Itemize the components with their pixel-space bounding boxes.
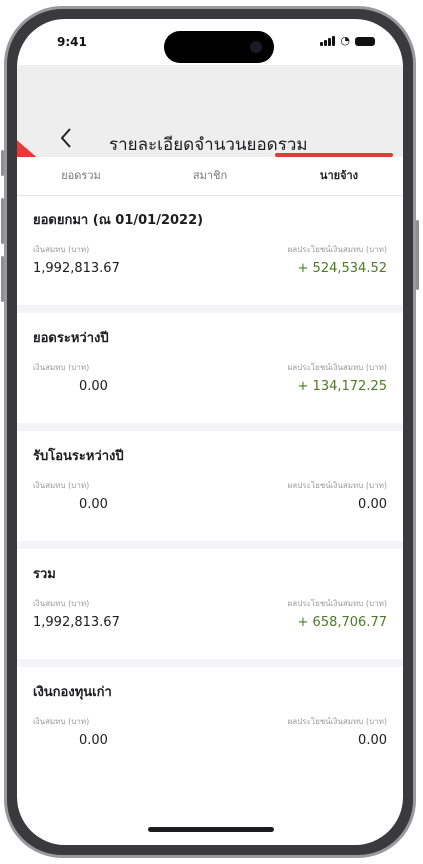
contribution-label: เงินสมทบ (บาท) [33,245,90,254]
benefit-value: 0.00 [358,497,387,512]
signal-icon [320,36,336,46]
active-tab-indicator [275,153,393,157]
page: 9:41 ◔ รายละเอียดจำนวนยอดรวม ยอดรวม สมาช… [0,0,423,864]
contribution-value: 0.00 [79,733,108,748]
contribution-value: 1,992,813.67 [33,615,120,630]
status-bar: 9:41 ◔ [17,19,403,65]
status-icons: ◔ [320,34,375,47]
tab-label: สมาชิก [192,169,228,182]
screen: 9:41 ◔ รายละเอียดจำนวนยอดรวม ยอดรวม สมาช… [17,19,403,845]
tab-member[interactable]: สมาชิก [145,157,275,195]
camera-icon [250,41,262,53]
dynamic-island [164,31,274,63]
section-opening-balance: ยอดยกมา (ณ 01/01/2022) เงินสมทบ (บาท) ผล… [17,195,403,313]
header: รายละเอียดจำนวนยอดรวม [17,65,403,189]
back-chevron-icon[interactable] [59,127,81,151]
tab-label: นายจ้าง [319,169,359,182]
status-time: 9:41 [57,35,87,49]
tab-employer[interactable]: นายจ้าง [275,157,403,195]
benefit-label: ผลประโยชน์เงินสมทบ (บาท) [287,245,387,254]
section-title: เงินกองทุนเก่า [33,685,112,700]
benefit-label: ผลประโยชน์เงินสมทบ (บาท) [287,481,387,490]
wifi-icon: ◔ [340,34,350,47]
contribution-value: 0.00 [79,379,108,394]
section-title: รับโอนระหว่างปี [33,449,124,464]
benefit-label: ผลประโยชน์เงินสมทบ (บาท) [287,363,387,372]
section-title: ยอดยกมา (ณ 01/01/2022) [33,213,204,228]
section-total: รวม เงินสมทบ (บาท) ผลประโยชน์เงินสมทบ (บ… [17,549,403,667]
contribution-value: 0.00 [79,497,108,512]
home-indicator[interactable] [148,827,274,832]
tab-total[interactable]: ยอดรวม [17,157,145,195]
benefit-label: ผลประโยชน์เงินสมทบ (บาท) [287,717,387,726]
battery-icon [355,37,375,46]
section-during-year: ยอดระหว่างปี เงินสมทบ (บาท) ผลประโยชน์เง… [17,313,403,431]
contribution-label: เงินสมทบ (บาท) [33,717,90,726]
contribution-label: เงินสมทบ (บาท) [33,363,90,372]
phone-frame: 9:41 ◔ รายละเอียดจำนวนยอดรวม ยอดรวม สมาช… [4,6,416,858]
benefit-value: 0.00 [358,733,387,748]
benefit-label: ผลประโยชน์เงินสมทบ (บาท) [287,599,387,608]
tab-bar: ยอดรวม สมาชิก นายจ้าง [17,153,403,196]
benefit-value: + 134,172.25 [297,379,387,394]
contribution-label: เงินสมทบ (บาท) [33,599,90,608]
section-title: ยอดระหว่างปี [33,331,109,346]
power-button [416,220,419,290]
section-old-fund: เงินกองทุนเก่า เงินสมทบ (บาท) ผลประโยชน์… [17,667,403,785]
section-transfer-in: รับโอนระหว่างปี เงินสมทบ (บาท) ผลประโยชน… [17,431,403,549]
contribution-label: เงินสมทบ (บาท) [33,481,90,490]
benefit-value: + 658,706.77 [297,615,387,630]
benefit-value: + 524,534.52 [297,261,387,276]
contribution-value: 1,992,813.67 [33,261,120,276]
tab-label: ยอดรวม [61,169,101,182]
section-title: รวม [33,567,56,582]
